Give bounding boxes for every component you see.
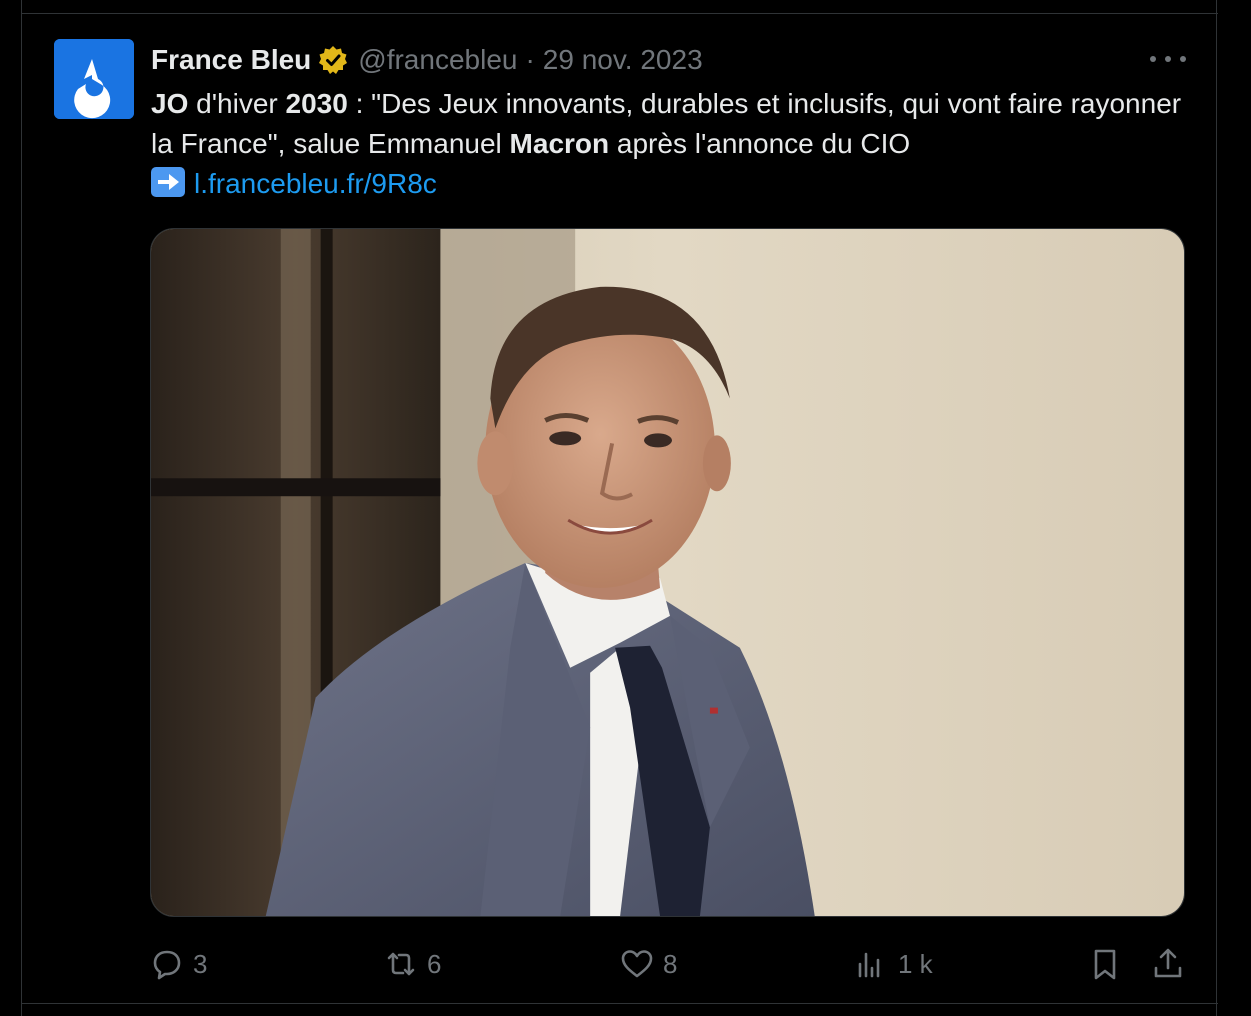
reply-button[interactable]: 3 xyxy=(149,940,207,988)
repost-button[interactable]: 6 xyxy=(383,940,441,988)
reply-count: 3 xyxy=(193,948,208,979)
like-button[interactable]: 8 xyxy=(619,940,677,988)
author-avatar[interactable] xyxy=(54,39,134,119)
tweet-link[interactable]: l.francebleu.fr/9R8c xyxy=(194,168,437,199)
france-bleu-logo-icon xyxy=(54,39,134,119)
author-name[interactable]: France Bleu xyxy=(151,44,311,76)
photo-content xyxy=(151,229,1184,916)
bookmark-icon xyxy=(1094,949,1116,980)
text-bold-jo: JO xyxy=(151,88,189,119)
bottom-divider xyxy=(21,1003,1218,1004)
tweet-text: JO d'hiver 2030 : "Des Jeux innovants, d… xyxy=(151,84,1191,204)
top-divider xyxy=(21,13,1218,14)
text-segment: d'hiver xyxy=(188,88,286,119)
text-segment: après l'annonce du CIO xyxy=(609,128,911,159)
views-icon xyxy=(858,952,880,978)
bookmark-button[interactable] xyxy=(1087,940,1123,988)
text-bold-macron: Macron xyxy=(509,128,610,159)
header-separator: · xyxy=(525,44,535,75)
views-count: 1 k xyxy=(898,948,933,979)
author-handle[interactable]: @francebleu xyxy=(358,44,517,76)
repost-count: 6 xyxy=(427,948,442,979)
tweet-date[interactable]: 29 nov. 2023 xyxy=(543,44,703,76)
views-button[interactable]: 1 k xyxy=(854,940,933,988)
reply-icon xyxy=(153,950,181,980)
tweet-photo[interactable] xyxy=(150,228,1185,917)
verified-badge-icon[interactable] xyxy=(318,45,348,75)
repost-icon xyxy=(387,952,415,976)
like-count: 8 xyxy=(663,948,678,979)
text-bold-2030: 2030 xyxy=(285,88,348,119)
tweet-header: France Bleu @francebleu · 29 nov. 2023 xyxy=(151,42,703,78)
more-dots-icon[interactable] xyxy=(1150,48,1186,70)
action-bar: 3 6 8 1 k xyxy=(0,940,1251,988)
share-icon xyxy=(1154,948,1182,978)
share-button[interactable] xyxy=(1150,940,1186,988)
right-arrow-emoji-icon xyxy=(151,167,185,197)
heart-icon xyxy=(621,950,653,978)
